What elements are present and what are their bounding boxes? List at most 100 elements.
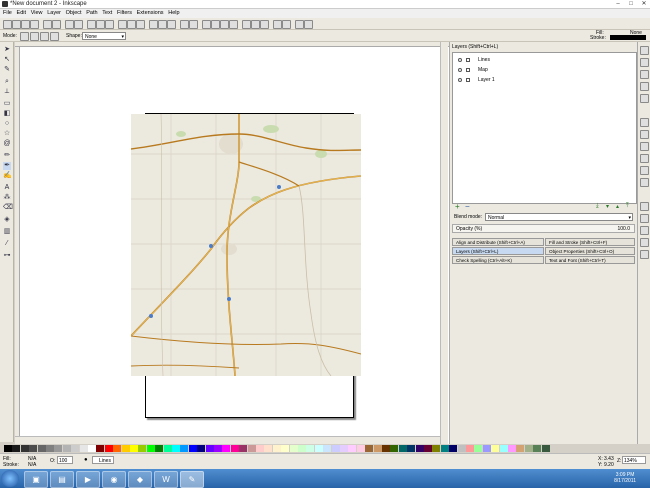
color-swatch[interactable]: [407, 445, 416, 452]
menu-object[interactable]: Object: [66, 9, 82, 18]
add-layer-icon[interactable]: +: [455, 202, 460, 211]
unlink-clone-icon[interactable]: [167, 20, 176, 29]
pen-tool-icon[interactable]: ✒: [3, 162, 11, 170]
taskbar-media-icon[interactable]: ▶: [76, 471, 100, 488]
color-swatch[interactable]: [440, 445, 449, 452]
taskbar-chrome-icon[interactable]: ◉: [102, 471, 126, 488]
color-swatch[interactable]: [37, 445, 46, 452]
snap-rotation-center-icon[interactable]: [640, 214, 649, 223]
color-swatch[interactable]: [79, 445, 88, 452]
menu-layer[interactable]: Layer: [47, 9, 61, 18]
color-swatch[interactable]: [188, 445, 197, 452]
taskbar-explorer-icon[interactable]: ▣: [24, 471, 48, 488]
system-clock[interactable]: 3:09 PM 8/17/2011: [614, 472, 636, 484]
color-swatch[interactable]: [398, 445, 407, 452]
taskbar-inkscape-icon[interactable]: ✎: [180, 471, 204, 488]
clone-icon[interactable]: [158, 20, 167, 29]
vertical-ruler[interactable]: [15, 47, 20, 444]
snap-bbox-corner-icon[interactable]: [640, 82, 649, 91]
rectangle-tool-icon[interactable]: ▭: [3, 100, 11, 108]
color-swatch[interactable]: [356, 445, 365, 452]
pen-mode-bspline-icon[interactable]: [40, 32, 49, 41]
dock-layers[interactable]: Layers (Shift+Ctrl+L): [452, 247, 544, 255]
star-tool-icon[interactable]: ☆: [3, 130, 11, 138]
color-swatch[interactable]: [390, 445, 399, 452]
doc-settings-icon[interactable]: [295, 20, 304, 29]
snap-grid-icon[interactable]: [640, 238, 649, 247]
color-swatch[interactable]: [222, 445, 231, 452]
color-swatch[interactable]: [113, 445, 122, 452]
duplicate-icon[interactable]: [149, 20, 158, 29]
color-swatch[interactable]: [20, 445, 29, 452]
fill-stroke-icon[interactable]: [202, 20, 211, 29]
color-swatch[interactable]: [323, 445, 332, 452]
pencil-tool-icon[interactable]: ✏: [3, 152, 11, 160]
color-swatch[interactable]: [172, 445, 180, 452]
color-swatch[interactable]: [340, 445, 348, 452]
xml-editor-icon[interactable]: [220, 20, 229, 29]
undo-icon[interactable]: [65, 20, 74, 29]
color-swatch[interactable]: [256, 445, 264, 452]
color-swatch[interactable]: [533, 445, 542, 452]
lock-icon[interactable]: [466, 68, 470, 72]
group-icon[interactable]: [180, 20, 189, 29]
color-swatch[interactable]: [508, 445, 516, 452]
ellipse-tool-icon[interactable]: ○: [3, 120, 11, 128]
layer-bottom-icon[interactable]: ⤓: [596, 203, 599, 210]
preferences-icon[interactable]: [273, 20, 282, 29]
color-swatch[interactable]: [214, 445, 222, 452]
snap-guides-icon[interactable]: [640, 250, 649, 259]
blend-mode-select[interactable]: Normal ▾: [485, 213, 633, 221]
color-swatch[interactable]: [46, 445, 54, 452]
dock-text-font[interactable]: Text and Font (Shift+Ctrl+T): [545, 256, 635, 264]
color-swatch[interactable]: [138, 445, 147, 452]
node-tool-icon[interactable]: ↖: [3, 56, 11, 64]
menu-file[interactable]: File: [3, 9, 12, 18]
taskbar-folder-icon[interactable]: ▤: [50, 471, 74, 488]
save-icon[interactable]: [21, 20, 30, 29]
snap-bbox-edge-icon[interactable]: [640, 70, 649, 79]
color-swatch[interactable]: [365, 445, 374, 452]
color-swatch[interactable]: [12, 445, 21, 452]
color-swatch[interactable]: [88, 445, 96, 452]
spiral-tool-icon[interactable]: @: [3, 140, 11, 148]
color-swatch[interactable]: [104, 445, 113, 452]
start-button[interactable]: [1, 470, 19, 487]
color-swatch[interactable]: [524, 445, 533, 452]
gradient-tool-icon[interactable]: ▥: [3, 228, 11, 236]
color-swatch[interactable]: [474, 445, 483, 452]
taskbar-word-icon[interactable]: W: [154, 471, 178, 488]
pen-mode-paraxial-icon[interactable]: [50, 32, 59, 41]
menu-filters[interactable]: Filters: [117, 9, 132, 18]
selector-tool-icon[interactable]: ➤: [3, 46, 11, 54]
snap-cusp-nodes-icon[interactable]: [640, 154, 649, 163]
color-swatch[interactable]: [449, 445, 458, 452]
menu-text[interactable]: Text: [102, 9, 112, 18]
dock-object-properties[interactable]: Object Properties (Shift+Ctrl+O): [545, 247, 635, 255]
eraser-tool-icon[interactable]: ⌫: [3, 204, 13, 212]
taskbar-app-icon[interactable]: ◆: [128, 471, 152, 488]
snap-nodes-icon[interactable]: [640, 118, 649, 127]
color-swatch[interactable]: [163, 445, 172, 452]
color-swatch[interactable]: [146, 445, 155, 452]
spray-tool-icon[interactable]: ⁂: [3, 194, 11, 202]
color-swatch[interactable]: [541, 445, 550, 452]
layer-up-icon[interactable]: ▴: [616, 203, 619, 210]
color-swatch[interactable]: [54, 445, 63, 452]
dropper-tool-icon[interactable]: ⁄: [3, 240, 11, 248]
snap-enable-icon[interactable]: [640, 46, 649, 55]
zoom-input[interactable]: 134%: [622, 456, 646, 464]
color-swatch[interactable]: [306, 445, 315, 452]
color-swatch[interactable]: [121, 445, 130, 452]
cut-icon[interactable]: [96, 20, 105, 29]
color-swatch[interactable]: [457, 445, 466, 452]
inkscape-prefs-icon[interactable]: [304, 20, 313, 29]
text-font-icon[interactable]: [211, 20, 220, 29]
color-swatch[interactable]: [466, 445, 474, 452]
color-swatch[interactable]: [289, 445, 298, 452]
color-swatch[interactable]: [373, 445, 382, 452]
export-icon[interactable]: [52, 20, 61, 29]
eye-icon[interactable]: [458, 68, 462, 72]
bucket-fill-tool-icon[interactable]: ◈: [3, 216, 11, 224]
opacity-slider[interactable]: Opacity (%) 100.0: [452, 224, 635, 233]
